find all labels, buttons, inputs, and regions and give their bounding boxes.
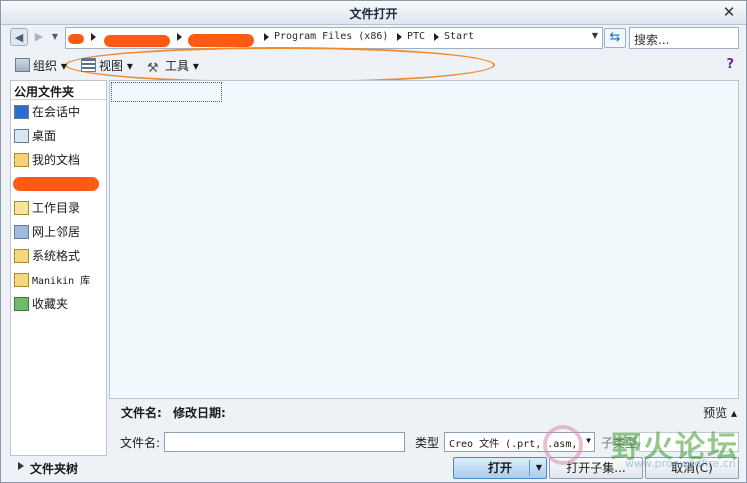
chevron-down-icon[interactable]: ▼ [536,458,542,478]
back-arrow-icon[interactable]: ◀ [10,28,28,46]
title-bar: 文件打开 ✕ [1,1,746,25]
open-subset-button[interactable]: 打开子集... [549,457,643,479]
desktop-icon [14,129,29,143]
breadcrumb-separator-icon [91,33,96,41]
common-folders-heading: 公用文件夹 [14,85,75,99]
redacted-mark [104,35,170,47]
forward-arrow-icon[interactable]: ▶ [30,28,48,46]
file-list-pane[interactable] [109,80,739,399]
sidebar-item-favorites[interactable]: 收藏夹 [14,294,106,314]
sidebar-item-label: Manikin 库 [32,276,91,287]
subtype-select[interactable] [639,432,739,452]
documents-icon [14,153,29,167]
organize-label: 组织 ▾ [33,59,67,73]
sidebar-item-in-session[interactable]: 在会话中 [14,102,106,122]
organize-icon [15,58,30,72]
session-icon [14,105,29,119]
network-icon [14,225,29,239]
filename-input[interactable] [164,432,405,452]
view-label: 视图 ▾ [99,59,133,73]
sidebar-item-label: 收藏夹 [32,297,69,311]
cancel-button[interactable]: 取消(C) [645,457,739,479]
dialog-title: 文件打开 [349,7,398,21]
address-dropdown-icon[interactable]: ▼ [592,31,598,40]
file-open-dialog: 文件打开 ✕ ◀ ▶ ▼ Program Files (x86) PTC Sta… [0,0,747,483]
sidebar-item-system-format[interactable]: 系统格式 [14,246,106,266]
address-bar[interactable]: Program Files (x86) PTC Start ▼ [65,27,603,49]
detail-filename-label: 文件名: [121,406,162,420]
sidebar-item-working-directory[interactable]: 工作目录 [14,198,106,218]
type-select[interactable]: Creo 文件 (.prt, .asm, ▼ [444,432,595,452]
filename-label: 文件名: [120,436,161,450]
breadcrumb-ptc[interactable]: PTC [407,31,425,42]
help-icon[interactable]: ? [726,57,734,72]
search-input[interactable]: 搜索... [629,27,739,49]
type-value: Creo 文件 (.prt, .asm, [449,439,578,450]
filename-type-row: 文件名: 类型 Creo 文件 (.prt, .asm, ▼ 子类型 [109,429,744,455]
view-menu[interactable]: 视图 ▾ [81,57,133,75]
sidebar-item-label: 工作目录 [32,201,81,215]
breadcrumb-separator-icon [177,33,182,41]
sidebar-item-my-documents[interactable]: 我的文档 [14,150,106,170]
view-icon [81,58,96,72]
close-icon[interactable]: ✕ [720,3,738,21]
detail-modified-date-label: 修改日期: [173,406,226,420]
folder-tree-toggle[interactable]: 文件夹树 [10,457,107,479]
redacted-mark [188,34,254,47]
chevron-down-icon: ▼ [586,436,591,445]
tools-menu[interactable]: ⚒ 工具 ▾ [147,57,199,76]
sidebar-item-desktop[interactable]: 桌面 [14,126,106,146]
sidebar-item-label: 系统格式 [32,249,81,263]
organize-menu[interactable]: 组织 ▾ [15,57,67,75]
toolbar: 组织 ▾ 视图 ▾ ⚒ 工具 ▾ ? [1,54,746,78]
breadcrumb-separator-icon [434,33,439,41]
breadcrumb-separator-icon [397,33,402,41]
redacted-mark [13,177,99,191]
manikin-icon [14,273,29,287]
breadcrumb-program-files[interactable]: Program Files (x86) [274,31,388,42]
sidebar-item-network[interactable]: 网上邻居 [14,222,106,242]
open-button[interactable]: 打开 ▼ [453,457,547,479]
breadcrumb-separator-icon [264,33,269,41]
folder-tree-label: 文件夹树 [30,462,79,476]
favorites-icon [14,297,29,311]
system-format-icon [14,249,29,263]
open-button-label: 打开 [487,461,512,475]
common-folders-panel: 公用文件夹 在会话中 桌面 我的文档 工作目录 网上邻居 系统格式 Maniki… [10,80,107,456]
address-row: ◀ ▶ ▼ Program Files (x86) PTC Start ▼ ⇆ … [1,25,746,83]
breadcrumb-start[interactable]: Start [444,31,474,42]
working-dir-icon [14,201,29,215]
focus-rectangle [111,82,222,102]
tools-icon: ⚒ [147,61,159,76]
tools-label: 工具 ▾ [165,59,199,73]
subtype-label: 子类型 [601,436,638,450]
expand-arrow-icon [18,462,24,470]
details-bar: 文件名: 修改日期: 预览 ▴ [109,401,739,423]
sidebar-item-label: 网上邻居 [32,225,81,239]
type-label: 类型 [415,436,440,450]
sidebar-item-label: 在会话中 [32,105,81,119]
refresh-icon[interactable]: ⇆ [604,28,626,48]
sidebar-item-manikin-library[interactable]: Manikin 库 [14,270,106,290]
preview-toggle[interactable]: 预览 ▴ [703,404,737,421]
sidebar-item-label: 我的文档 [32,153,81,167]
split-divider [529,460,530,476]
sidebar-item-label: 桌面 [32,129,57,143]
divider [11,99,106,100]
history-dropdown-icon[interactable]: ▼ [49,28,61,46]
redacted-mark [68,34,84,44]
